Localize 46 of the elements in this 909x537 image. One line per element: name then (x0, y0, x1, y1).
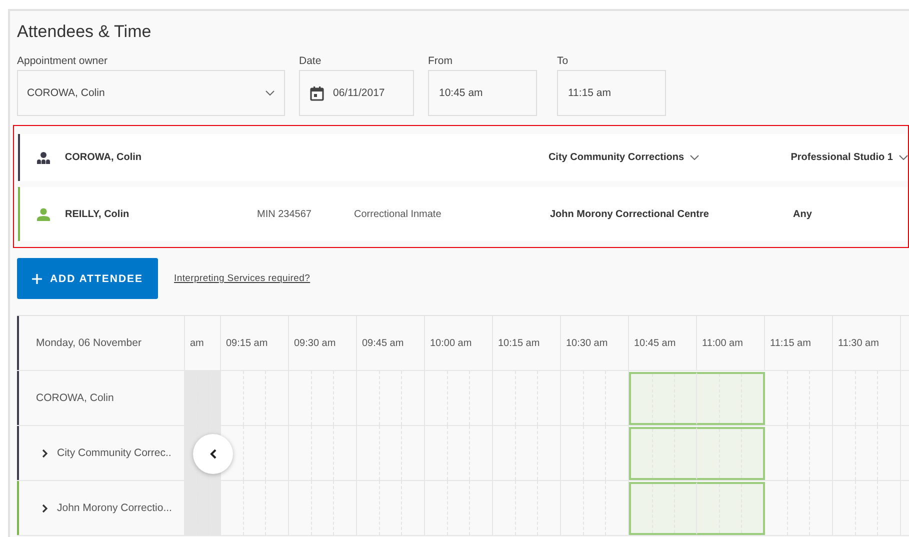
time-header: 11:15 am (765, 316, 833, 370)
chevron-down-icon (899, 155, 908, 160)
booked-slot[interactable] (629, 372, 697, 425)
booked-slot[interactable] (697, 482, 765, 535)
section-title: Attendees & Time (17, 21, 152, 43)
room-dropdown[interactable]: Professional Studio 1 (790, 152, 908, 163)
booked-slot[interactable] (697, 427, 765, 480)
to-time-field[interactable]: 11:15 am (557, 70, 666, 116)
owner-dropdown[interactable]: COROWA, Colin (17, 70, 285, 116)
chevron-left-icon (210, 449, 216, 459)
time-header: 10:00 am (425, 316, 493, 370)
group-person-icon (36, 152, 50, 164)
plus-icon (32, 274, 42, 284)
time-header: 10:30 am (561, 316, 629, 370)
attendee-name: REILLY, Colin (65, 208, 130, 220)
calendar-icon (310, 86, 324, 100)
booked-slot[interactable] (697, 372, 765, 425)
location-text: John Morony Correctional Centre (550, 208, 709, 220)
time-header: 09:45 am (357, 316, 425, 370)
date-heading: Monday, 06 November (17, 316, 185, 370)
time-header: 09:15 am (221, 316, 289, 370)
booked-slot[interactable] (629, 482, 697, 535)
interpreting-link[interactable]: Interpreting Services required? (174, 273, 310, 284)
from-time-field[interactable]: 10:45 am (428, 70, 537, 116)
person-icon (37, 208, 50, 220)
room-text: Any (793, 208, 812, 220)
attendee-name: COROWA, Colin (64, 152, 143, 163)
attendee-role: Correctional Inmate (354, 208, 442, 220)
field-label: Appointment owner (17, 54, 108, 69)
id-number: MIN 234567 (257, 208, 312, 220)
booked-slot[interactable] (629, 427, 697, 480)
time-header: 11:00 am (697, 316, 765, 370)
field-label: Date (299, 54, 322, 69)
date-field[interactable]: 06/11/2017 (299, 70, 414, 116)
location-dropdown[interactable]: City Community Corrections (548, 152, 700, 163)
time-header: am (185, 316, 221, 370)
time-header: 11:30 am (833, 316, 901, 370)
field-label: To (557, 54, 570, 69)
add-attendee-button[interactable]: ADD ATTENDEE (17, 258, 158, 299)
time-header: 10:45 am (629, 316, 697, 370)
time-header: 09:30 am (289, 316, 357, 370)
scroll-left-button[interactable] (193, 434, 233, 474)
chevron-down-icon (265, 90, 275, 96)
time-header: 10:15 am (493, 316, 561, 370)
chevron-down-icon (690, 155, 700, 160)
field-label: From (428, 54, 454, 69)
